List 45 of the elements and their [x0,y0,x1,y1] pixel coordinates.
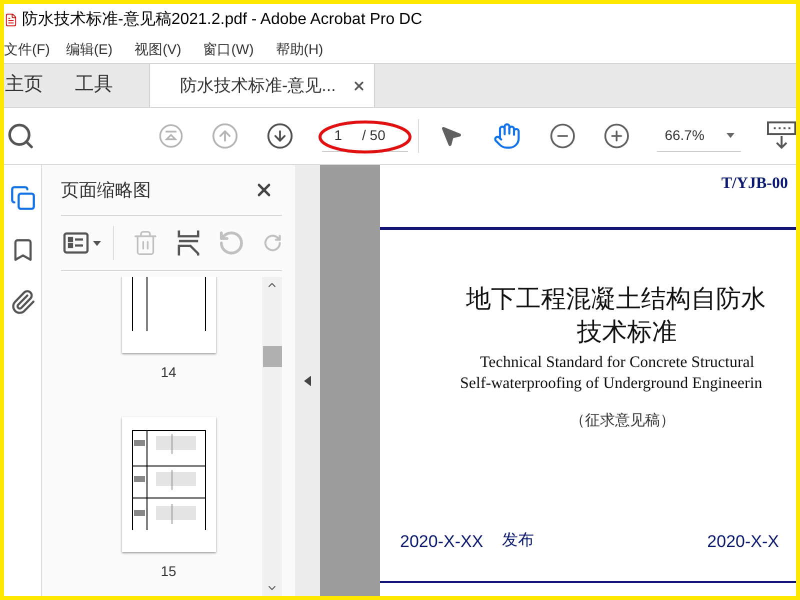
english-title: Technical Standard for Concrete Structural [480,353,754,373]
document-tab[interactable]: 防水技术标准-意见... [149,64,375,107]
caret-icon[interactable] [93,240,101,246]
menu-item[interactable]: 视图(V) [134,39,182,60]
english-title: Self-waterproofing of Underground Engineerin [460,374,762,394]
document-title: 地下工程混凝土结构自防水 [466,285,766,315]
close-icon[interactable] [352,78,366,92]
options-button[interactable] [63,232,101,254]
page-number-label: 14 [160,363,176,382]
effective-date: 2020-X-X [707,530,779,552]
page-number-label: 15 [160,562,176,581]
issue-date: 2020-X-XX [400,530,484,552]
scroll-thumb[interactable] [262,346,282,367]
nav-tab[interactable]: 主页 [4,64,75,107]
pages-icon[interactable] [10,185,36,211]
zoom-value: 66.7% [664,126,704,145]
scrollbar[interactable] [262,277,282,596]
dropdown-caret-icon[interactable] [726,133,735,138]
menu-item[interactable]: 编辑(E) [66,39,113,60]
tab-label: 防水技术标准-意见... [180,74,336,97]
panel-title: 页面缩略图 [61,178,151,202]
document-title: 技术标准 [577,318,677,348]
next-page-icon[interactable] [266,122,294,150]
hand-icon[interactable] [493,122,522,150]
search-icon[interactable] [6,121,36,151]
page-total: / 50 [362,126,386,145]
zoom-field[interactable]: 66.7% [656,120,741,152]
page-thumbnail[interactable] [122,417,216,552]
menu-item[interactable]: 帮助(H) [276,39,324,60]
window-title: 防水技术标准-意见稿2021.2.pdf - Adobe Acrobat Pro DC [22,10,422,30]
issue-label: 发布 [502,531,534,552]
standard-code: T/YJB-00 [721,174,788,194]
zoom-in-icon[interactable] [603,122,631,150]
draft-note: （征求意见稿） [570,412,675,431]
keyboard-download-icon[interactable] [766,121,796,151]
pointer-icon[interactable] [439,124,464,148]
collapse-arrow-icon[interactable] [304,374,311,386]
paperclip-icon[interactable] [10,289,36,315]
menu-item[interactable]: 窗口(W) [203,39,254,60]
nav-tab[interactable]: 工具 [75,64,113,107]
menu-item[interactable]: 文件(F) [4,39,50,60]
current-page: 1 [334,126,342,145]
zoom-out-icon[interactable] [549,122,576,150]
pdf-file-icon [4,12,18,28]
insert-pages-icon[interactable] [176,229,200,257]
